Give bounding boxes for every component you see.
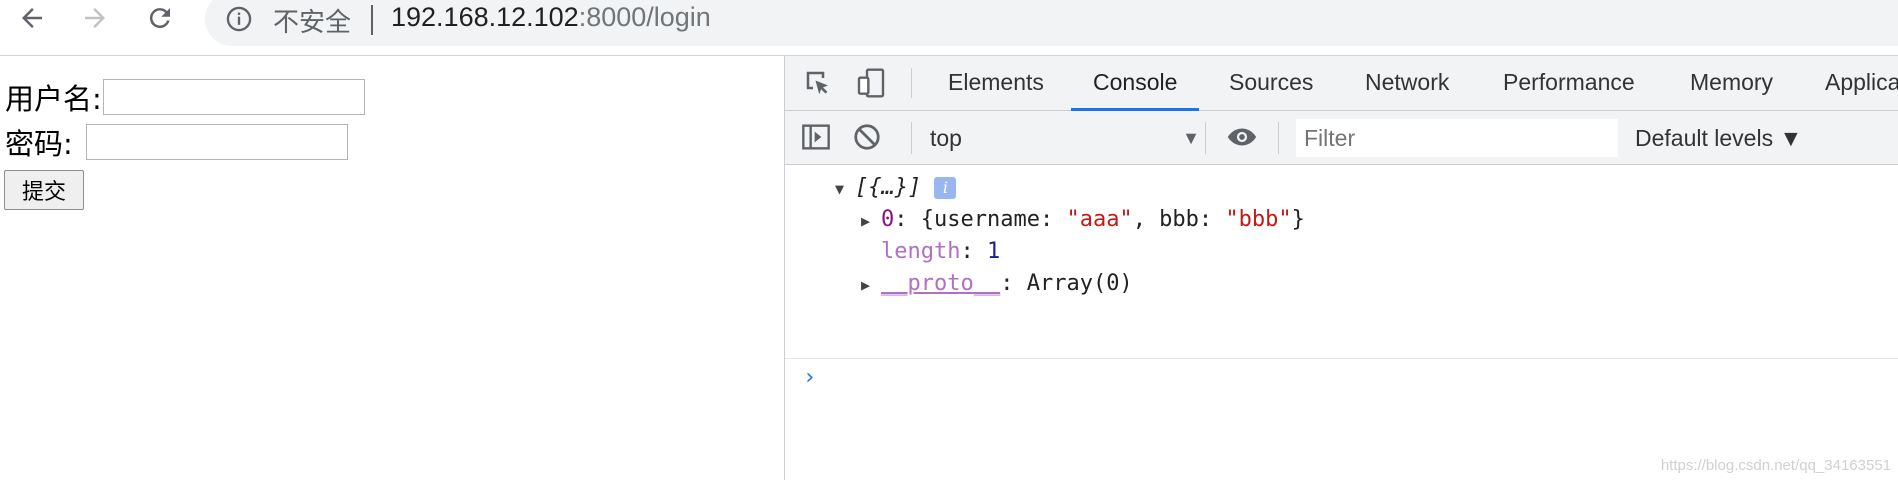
password-input[interactable] — [85, 124, 348, 160]
expand-triangle-closed-icon[interactable]: ▶ — [861, 206, 881, 236]
eye-icon — [1227, 128, 1257, 146]
item-value-bbb: "bbb" — [1225, 207, 1292, 232]
url-text[interactable]: 192.168.12.102:8000/login — [391, 2, 711, 33]
expand-triangle-closed-icon[interactable]: ▶ — [861, 270, 881, 300]
console-toolbar: top ▼ Default levels ▼ — [785, 111, 1898, 165]
address-separator — [371, 5, 373, 35]
arrow-left-icon — [22, 8, 42, 28]
inspect-cursor-icon — [806, 71, 828, 95]
tab-network[interactable]: Network — [1365, 56, 1449, 110]
device-toolbar-button[interactable] — [854, 66, 888, 100]
toolbar-separator — [1278, 122, 1279, 154]
console-array-item-0[interactable]: ▶ 0: {username: "aaa", bbb: "bbb"} — [861, 205, 1305, 235]
length-value: 1 — [986, 239, 1001, 264]
info-icon[interactable] — [225, 5, 253, 33]
tab-console[interactable]: Console — [1070, 56, 1200, 111]
item-value-username: "aaa" — [1066, 207, 1133, 232]
caret-down-icon: ▼ — [1182, 128, 1200, 148]
length-key: length — [881, 239, 961, 264]
console-prompt[interactable]: › — [803, 365, 816, 390]
password-row: 密码: — [5, 121, 348, 163]
expand-triangle-open-icon[interactable]: ▼ — [835, 174, 855, 204]
context-selector[interactable]: top ▼ — [930, 121, 1200, 155]
url-path: :8000/login — [578, 2, 711, 32]
context-value: top — [930, 125, 962, 151]
console-output: ▼ [{…}] i ▶ 0: {username: "aaa", bbb: "bbb… — [785, 165, 1898, 480]
reload-icon — [149, 8, 170, 29]
url-host: 192.168.12.102 — [391, 2, 579, 32]
sidebar-toggle-button[interactable] — [799, 120, 833, 154]
item-key: 0 — [881, 207, 895, 232]
username-label: 用户名: — [5, 82, 102, 116]
devtools-panel: Elements Console Sources Network Perform… — [784, 56, 1898, 480]
arrow-right-icon — [85, 8, 105, 28]
console-divider — [785, 358, 1898, 359]
toolbar-separator — [911, 68, 912, 98]
proto-key: __proto__ — [881, 271, 1001, 296]
live-expression-button[interactable] — [1225, 120, 1259, 154]
sidebar-panel-icon — [802, 124, 830, 150]
back-button[interactable] — [14, 0, 50, 36]
item-mid: , bbb: — [1132, 207, 1226, 232]
password-label: 密码: — [5, 127, 73, 161]
tab-memory[interactable]: Memory — [1690, 56, 1773, 110]
forward-button[interactable] — [77, 0, 113, 36]
username-input[interactable] — [102, 79, 365, 115]
watermark-text: https://blog.csdn.net/qq_34163551 — [1660, 457, 1891, 474]
devtools-tabbar: Elements Console Sources Network Perform… — [785, 56, 1898, 111]
array-summary-text: [{…}] — [855, 175, 922, 200]
block-icon — [854, 124, 880, 150]
tab-sources[interactable]: Sources — [1229, 56, 1313, 110]
toolbar-separator — [911, 122, 912, 154]
security-label[interactable]: 不安全 — [273, 2, 351, 39]
console-length-property: length: 1 — [881, 239, 1001, 264]
submit-button[interactable]: 提交 — [4, 170, 84, 210]
username-row: 用户名: — [5, 76, 365, 118]
page-viewport: 用户名: 密码: 提交 — [0, 56, 784, 480]
log-levels-dropdown[interactable]: Default levels ▼ — [1635, 119, 1802, 157]
clear-console-button[interactable] — [850, 120, 884, 154]
item-close: } — [1291, 207, 1305, 232]
console-array-summary[interactable]: ▼ [{…}] i — [835, 173, 957, 204]
toolbar-separator — [1205, 122, 1206, 154]
address-bar[interactable]: 不安全 192.168.12.102:8000/login — [205, 0, 1898, 46]
tab-performance[interactable]: Performance — [1503, 56, 1635, 110]
filter-input[interactable] — [1296, 119, 1618, 157]
reload-button[interactable] — [142, 0, 178, 36]
browser-toolbar: 不安全 192.168.12.102:8000/login — [0, 0, 1898, 56]
inspect-element-button[interactable] — [801, 66, 835, 100]
item-open: {username: — [920, 207, 1067, 232]
proto-value: Array(0) — [1026, 271, 1133, 296]
device-icon — [857, 68, 885, 98]
info-badge-icon[interactable]: i — [934, 177, 957, 199]
tab-elements[interactable]: Elements — [948, 56, 1044, 110]
tab-application[interactable]: Applica — [1825, 56, 1898, 110]
console-proto-property[interactable]: ▶ __proto__: Array(0) — [861, 269, 1133, 299]
